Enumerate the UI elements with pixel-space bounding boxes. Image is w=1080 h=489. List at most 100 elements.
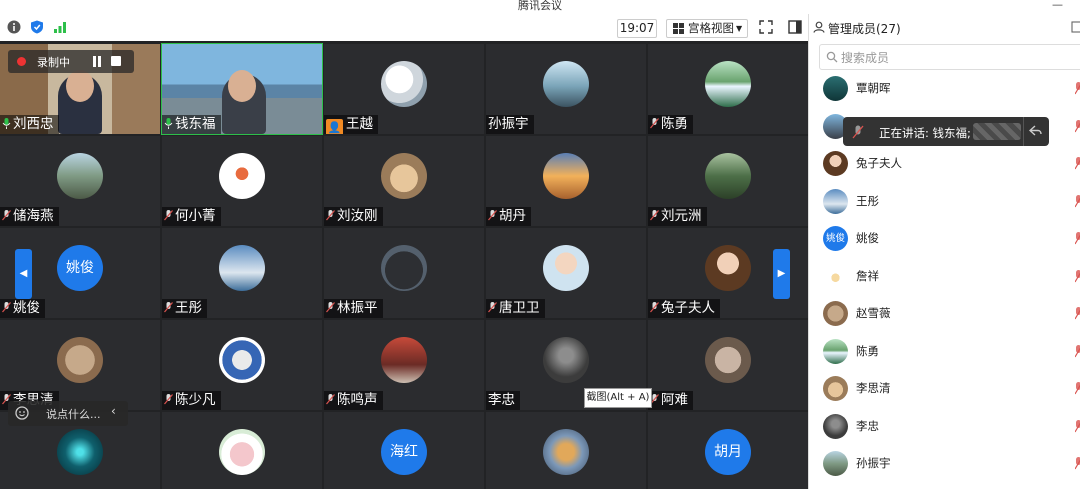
shield-icon[interactable]: [30, 20, 44, 34]
screenshot-tooltip: 截图(Alt + A): [584, 388, 652, 408]
minimize-icon[interactable]: —: [1052, 0, 1063, 10]
participant-tile[interactable]: 孙振宇: [486, 44, 646, 134]
member-row[interactable]: 王彤: [809, 183, 1080, 220]
stop-icon[interactable]: [111, 56, 121, 66]
signal-icon[interactable]: [53, 20, 67, 34]
mic-muted-icon: [1075, 269, 1080, 282]
emoji-icon[interactable]: [15, 406, 29, 420]
participant-tile[interactable]: 刘元洲: [648, 136, 808, 226]
participant-name: 钱东福: [162, 115, 221, 134]
meeting-toolbar: 19:07 宫格视图 ▼: [0, 14, 808, 41]
member-row[interactable]: 陈勇: [809, 333, 1080, 370]
avatar: [823, 301, 848, 326]
participant-name: 刘元洲: [648, 207, 707, 226]
person-badge-icon: 👤: [326, 119, 343, 134]
member-row[interactable]: 孙振宇: [809, 445, 1080, 482]
participant-tile[interactable]: [486, 412, 646, 489]
chevron-left-icon[interactable]: ‹: [111, 404, 116, 418]
record-dot-icon: [17, 57, 26, 66]
participant-name: 陈少凡: [162, 391, 221, 410]
mic-muted-icon: [488, 210, 497, 221]
caret-down-icon: ▼: [736, 24, 743, 33]
next-page-button[interactable]: ▶: [773, 249, 790, 299]
avatar: [705, 61, 751, 107]
participant-name: 刘汝刚: [324, 207, 383, 226]
avatar: [823, 76, 848, 101]
participant-tile[interactable]: 陈勇: [648, 44, 808, 134]
member-name: 覃朝晖: [856, 81, 891, 95]
participant-tile[interactable]: 李思清: [0, 320, 160, 410]
member-name: 兔子夫人: [856, 156, 902, 170]
chevron-left-icon: ◀: [19, 268, 28, 279]
mic-muted-icon: [1075, 119, 1080, 132]
participant-tile[interactable]: 阿难: [648, 320, 808, 410]
participant-tile[interactable]: [162, 412, 322, 489]
member-row[interactable]: 兔子夫人: [809, 145, 1080, 182]
member-row[interactable]: 姚俊 姚俊: [809, 220, 1080, 257]
member-name: 姚俊: [856, 231, 879, 245]
collapse-icon[interactable]: [1029, 125, 1042, 137]
mic-muted-icon: [164, 210, 173, 221]
participant-name: 姚俊: [0, 299, 45, 318]
avatar: 姚俊: [823, 226, 848, 251]
participant-tile[interactable]: 何小菁: [162, 136, 322, 226]
avatar: [705, 153, 751, 199]
recording-indicator: 录制中: [8, 50, 134, 73]
participant-tile[interactable]: 刘汝刚: [324, 136, 484, 226]
mic-muted-icon: [326, 394, 335, 405]
participant-tile[interactable]: 林振平: [324, 228, 484, 318]
participant-name-text: 胡丹: [499, 208, 526, 224]
mic-muted-icon: [1075, 457, 1080, 470]
avatar: [543, 153, 589, 199]
participant-tile[interactable]: 唐卫卫: [486, 228, 646, 318]
pause-icon[interactable]: [92, 56, 102, 67]
popout-icon[interactable]: [1071, 21, 1080, 33]
mic-muted-icon: [1075, 344, 1080, 357]
participant-name-text: 孙振宇: [488, 116, 529, 132]
participant-name: 刘西忠: [0, 115, 59, 134]
chat-input[interactable]: 说点什么... ‹: [8, 401, 128, 426]
member-row[interactable]: 李思清: [809, 370, 1080, 407]
prev-page-button[interactable]: ◀: [15, 249, 32, 299]
info-icon[interactable]: [7, 20, 21, 34]
member-row[interactable]: 李忠: [809, 408, 1080, 445]
participant-tile[interactable]: 王彤: [162, 228, 322, 318]
participant-name-text: 王越: [346, 116, 373, 132]
participant-tile[interactable]: 陈鸣声: [324, 320, 484, 410]
mic-muted-icon: [1075, 307, 1080, 320]
grid-icon: [673, 23, 684, 34]
avatar: [543, 337, 589, 383]
participant-tile[interactable]: 海红: [324, 412, 484, 489]
avatar: [57, 337, 103, 383]
participant-tile[interactable]: 👤 王越: [324, 44, 484, 134]
avatar: [705, 337, 751, 383]
member-row[interactable]: 赵雪薇: [809, 295, 1080, 332]
participant-tile[interactable]: 钱东福: [161, 43, 323, 135]
sidebar-toggle-icon[interactable]: [788, 20, 802, 34]
member-row[interactable]: 詹祥: [809, 258, 1080, 295]
member-row[interactable]: 覃朝晖: [809, 70, 1080, 107]
avatar: [823, 188, 848, 214]
avatar: [543, 245, 589, 291]
mic-muted-icon: [1075, 419, 1080, 432]
participant-tile[interactable]: 胡月: [648, 412, 808, 489]
participant-tile[interactable]: 陈少凡: [162, 320, 322, 410]
person-face: [66, 70, 94, 102]
recording-label: 录制中: [37, 56, 70, 69]
participant-name: 王彤: [162, 299, 207, 318]
participant-name-text: 何小菁: [175, 208, 216, 224]
member-name: 陈勇: [856, 343, 879, 358]
participant-tile[interactable]: 胡丹: [486, 136, 646, 226]
speaking-label: 正在讲话: 钱东福;: [879, 126, 971, 140]
participant-name-text: 陈勇: [661, 116, 688, 132]
participant-name: 兔子夫人: [648, 299, 720, 318]
member-search-input[interactable]: 搜索成员: [819, 44, 1080, 70]
participant-name-text: 刘元洲: [661, 208, 702, 224]
participant-name-text: 林振平: [337, 300, 378, 316]
participant-name-text: 钱东福: [175, 116, 216, 132]
view-mode-select[interactable]: 宫格视图 ▼: [666, 19, 748, 38]
fullscreen-icon[interactable]: [759, 20, 773, 34]
participant-tile[interactable]: 储海燕: [0, 136, 160, 226]
participant-name: 储海燕: [0, 207, 59, 226]
member-name: 李忠: [856, 418, 879, 433]
